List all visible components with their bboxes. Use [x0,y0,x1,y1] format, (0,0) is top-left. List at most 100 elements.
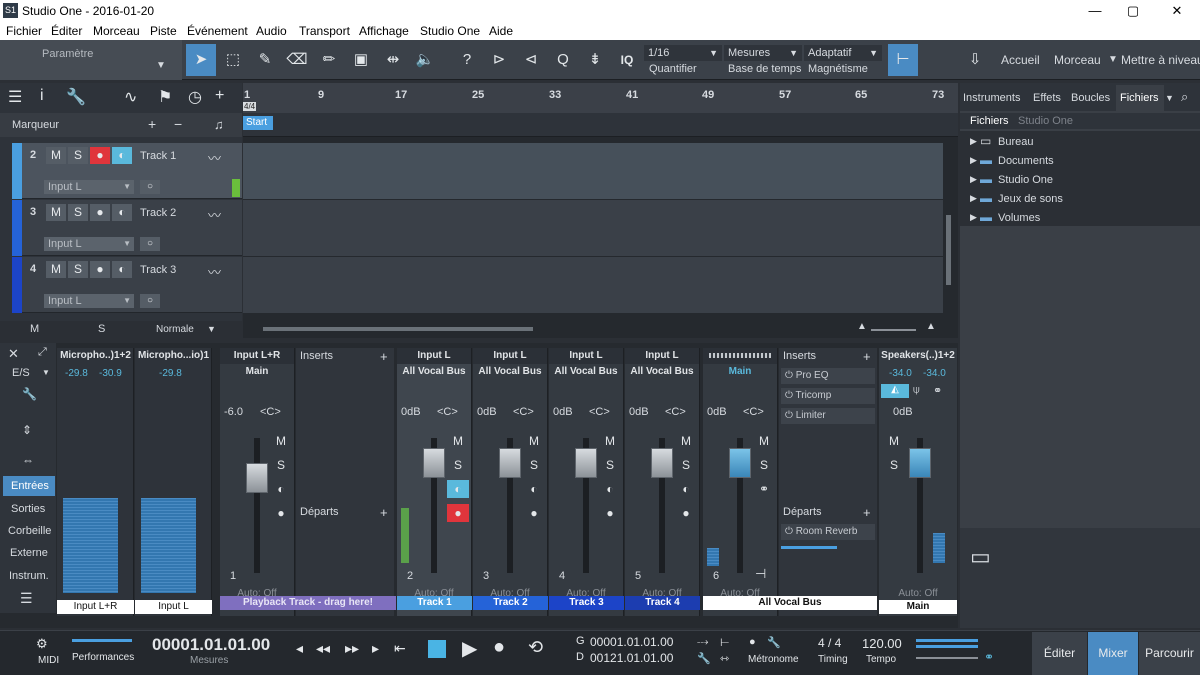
master-volume-slider[interactable] [916,657,978,659]
volume-value[interactable]: 0dB [707,406,727,418]
split-tool-icon[interactable]: ✎ [250,44,280,76]
menu-transport[interactable]: Transport [299,24,350,38]
track-row[interactable]: 3 M S ● ◐ Track 2 〰 Input L ▼ ○ [12,200,242,256]
wrench-icon[interactable]: 🔧 [66,87,86,107]
view-mode-select[interactable]: Normale [156,324,194,335]
insert-slot[interactable]: ⏻ Tricomp [781,388,875,404]
record-arm-button[interactable]: ● [90,147,110,164]
menu-aide[interactable]: Aide [489,24,513,38]
pre-roll-icon[interactable]: ⊢ [720,636,730,649]
mono-icon[interactable]: ◭ [881,384,909,398]
pan-value[interactable]: <C> [437,406,458,418]
track-name[interactable]: Track 3 [140,264,176,276]
channel-name-label[interactable]: Track 2 [473,596,548,610]
inputs-tab[interactable]: Entrées [3,476,55,496]
expand-icon[interactable]: ⤢ [38,346,47,359]
timebase-dropdown[interactable]: Mesures ▼ [724,45,802,61]
start-page-icon[interactable]: ⇩ [960,44,990,76]
volume-value[interactable]: 0dB [477,406,497,418]
parameter-dropdown-icon[interactable]: ▼ [156,60,166,71]
channel-input-name[interactable]: Input L [549,348,623,364]
channel-strip[interactable]: Input L All Vocal Bus 0dB <C> M S ◐ ● 3 … [473,348,548,616]
metronome-settings-icon[interactable]: 🔧 [767,636,781,649]
mute-button[interactable]: M [46,261,66,278]
insert-slot[interactable]: ⏻ Limiter [781,408,875,424]
parameter-panel[interactable]: Paramètre ▼ [0,40,182,80]
loop-button[interactable]: ⟲ [528,637,543,658]
mute-button[interactable]: M [883,432,905,450]
time-display[interactable]: 00001.01.01.00 [152,635,270,655]
close-button[interactable]: ✕ [1162,2,1192,20]
menu-icon[interactable]: ☰ [20,590,33,607]
range-tool-icon[interactable]: ⬚ [218,44,248,76]
monitor-button[interactable]: ◐ [112,147,132,164]
timeline-ruler[interactable]: 1 9 17 25 33 41 49 57 65 73 4/4 [243,83,958,113]
add-insert-icon[interactable]: + [380,349,388,364]
record-arm-button[interactable]: ● [90,261,110,278]
remove-marker-icon[interactable]: − [174,116,182,132]
paint-tool-icon[interactable]: ✏ [314,44,344,76]
automation-mode[interactable]: Auto: Off [879,588,957,599]
wrench-icon[interactable]: 🔧 [697,652,711,665]
rewind-to-start-icon[interactable]: ◂ [296,640,303,657]
insert-slot[interactable]: ⏻ Pro EQ [781,368,875,384]
bus-strip[interactable]: Main 0dB <C> M S ⚭ 6 ⊣ Auto: Off [703,348,778,616]
channel-input-name[interactable]: Input L [397,348,471,364]
volume-value[interactable]: 0dB [401,406,421,418]
punch-icon[interactable]: ⤏ [697,636,708,649]
track-input-select[interactable]: Input L ▼ [44,237,134,251]
quantize-icon[interactable]: Q [548,44,578,76]
quantize-dropdown[interactable]: 1/16 ▼ [644,45,722,61]
tab-fichiers[interactable]: Fichiers [1116,85,1164,111]
performance-label[interactable]: Performances [72,652,134,663]
waveform-icon[interactable]: 〰 [208,148,221,167]
help-icon[interactable]: ? [452,44,482,76]
volume-fader[interactable] [246,463,268,493]
channel-output-route[interactable]: All Vocal Bus [549,366,623,380]
volume-fader[interactable] [651,448,673,478]
channel-output-route[interactable]: Main [220,366,294,380]
flag-icon[interactable]: ⚑ [158,87,172,107]
pan-value[interactable]: <C> [589,406,610,418]
subtab-fichiers[interactable]: Fichiers [970,115,1009,127]
add-send-icon[interactable]: + [863,505,871,520]
chevron-down-icon[interactable]: ▼ [207,324,216,334]
solo-button[interactable]: S [68,147,88,164]
send-level[interactable] [781,546,837,549]
input-monitor-button[interactable]: ○ [140,180,160,194]
monitor-button[interactable]: ◐ [599,480,621,498]
midi-icon[interactable]: ⚙ [36,636,48,652]
track-lane[interactable] [243,257,943,313]
listen-tool-icon[interactable]: 🔈 [410,44,440,76]
main-volume[interactable]: 0dB [893,406,913,418]
nav-accueil[interactable]: Accueil [1001,53,1040,67]
dim-icon[interactable]: ⍦ [913,384,920,397]
solo-button[interactable]: S [599,456,621,474]
solo-button[interactable]: S [68,204,88,221]
channel-input-name[interactable]: Input L [625,348,699,364]
play-button[interactable]: ▶ [462,636,477,661]
go-to-end-icon[interactable]: ⇤ [394,640,406,657]
menu-icon[interactable]: ☰ [8,87,22,107]
mute-button[interactable]: M [675,432,697,450]
track-row[interactable]: 2 M S ● ◐ Track 1 〰 Input L ▼ ○ [12,143,242,199]
tab-instruments[interactable]: Instruments [963,92,1020,104]
chevron-down-icon[interactable]: ▼ [1165,93,1174,103]
bend-tool-icon[interactable]: ⇹ [378,44,408,76]
tab-effets[interactable]: Effets [1033,92,1061,104]
volume-fader[interactable] [909,448,931,478]
trash-tab[interactable]: Corbeille [8,525,51,537]
monitor-button[interactable]: ◐ [447,480,469,498]
volume-fader[interactable] [729,448,751,478]
automation-icon[interactable]: ∿ [124,87,137,107]
start-marker[interactable]: Start [243,116,274,130]
snap-left-icon[interactable]: ⊳ [484,44,514,76]
global-solo[interactable]: S [98,323,105,335]
monitor-button[interactable]: ◐ [675,480,697,498]
volume-fader[interactable] [575,448,597,478]
pan-value[interactable]: <C> [743,406,764,418]
volume-value[interactable]: 0dB [553,406,573,418]
record-arm-button[interactable]: ● [523,504,545,522]
snap-dropdown[interactable]: Adaptatif ▼ [804,45,882,61]
channel-name-label[interactable]: Track 4 [625,596,700,610]
